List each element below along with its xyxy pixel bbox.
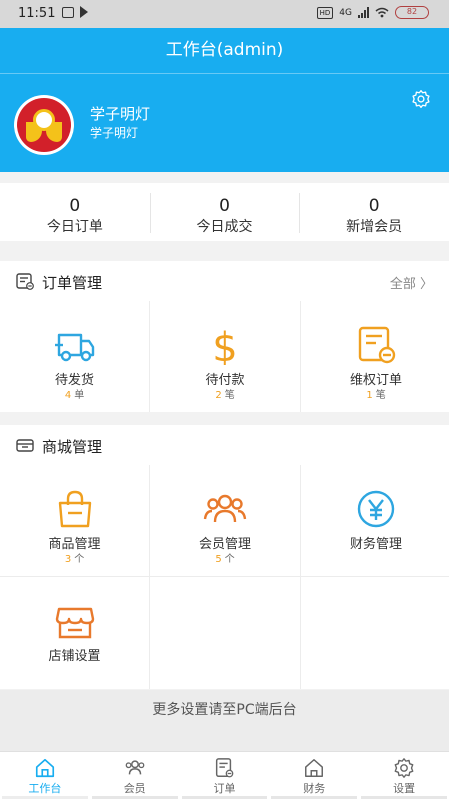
member-management-item[interactable]: 会员管理 5个 xyxy=(150,465,300,576)
stat-label: 今日成交 xyxy=(196,219,253,235)
shopping-bag-icon xyxy=(58,490,91,528)
status-time: 11:51 xyxy=(18,6,56,21)
mall-management-header: 商城管理 xyxy=(0,425,449,465)
play-icon xyxy=(80,6,88,18)
avatar[interactable] xyxy=(14,95,74,155)
profile-card: 学子明灯 学子明灯 xyxy=(0,73,449,172)
cell-label: 财务管理 xyxy=(349,537,402,552)
profile-name: 学子明灯 xyxy=(90,105,151,123)
pending-shipment-item[interactable]: 待发货 4单 xyxy=(0,301,149,412)
notification-icon xyxy=(62,7,74,18)
view-all-orders-link[interactable]: 全部 〉 xyxy=(390,273,433,292)
tab-bar: 工作台 会员 订单 财务 设置 xyxy=(0,751,449,799)
stat-label: 今日订单 xyxy=(46,219,103,235)
tab-label: 财务 xyxy=(303,782,326,795)
gear-icon[interactable] xyxy=(411,89,431,109)
mall-grid: 商品管理 3个 会员管理 5个 财务管理 店铺设置 xyxy=(0,465,449,689)
store-icon xyxy=(55,607,94,639)
stat-today-orders[interactable]: 0 今日订单 xyxy=(0,183,150,241)
order-grid: 待发货 4单 $ 待付款 2笔 维权订单 1笔 xyxy=(0,301,449,412)
section-title: 订单管理 xyxy=(42,274,103,292)
tab-settings[interactable]: 设置 xyxy=(359,752,449,799)
dollar-icon: $ xyxy=(212,325,237,365)
cell-count: 5个 xyxy=(215,554,235,565)
section-title: 商城管理 xyxy=(42,438,103,456)
members-icon xyxy=(125,760,145,775)
pc-backend-note: 更多设置请至PC端后台 xyxy=(0,690,449,751)
cell-label: 店铺设置 xyxy=(48,649,101,664)
cell-count: 1笔 xyxy=(366,390,386,401)
svg-text:$: $ xyxy=(212,325,237,365)
order-icon xyxy=(216,758,234,778)
tab-label: 设置 xyxy=(393,782,416,795)
finance-management-item[interactable]: 财务管理 xyxy=(301,465,449,576)
status-bar: 11:51 HD 4G 82 xyxy=(0,0,449,28)
tab-label: 会员 xyxy=(123,782,146,795)
stat-today-deals[interactable]: 0 今日成交 xyxy=(149,183,300,241)
product-management-item[interactable]: 商品管理 3个 xyxy=(0,465,149,576)
stat-label: 新增会员 xyxy=(346,219,403,235)
stats-row: 0 今日订单 0 今日成交 0 新增会员 xyxy=(0,183,449,241)
cell-count: 3个 xyxy=(64,554,85,565)
finance-icon xyxy=(305,759,324,777)
order-list-icon xyxy=(16,273,34,290)
wifi-icon xyxy=(375,7,389,18)
tab-orders[interactable]: 订单 xyxy=(180,752,270,799)
network-label: 4G xyxy=(339,7,352,18)
store-icon xyxy=(16,439,34,452)
refund-order-icon xyxy=(358,326,396,364)
store-settings-item[interactable]: 店铺设置 xyxy=(0,577,149,689)
battery-indicator: 82 xyxy=(395,6,429,19)
tab-label: 工作台 xyxy=(28,782,62,795)
members-icon xyxy=(203,494,247,523)
refund-orders-item[interactable]: 维权订单 1笔 xyxy=(301,301,449,412)
home-icon xyxy=(35,758,54,778)
yen-icon xyxy=(357,490,395,528)
gear-icon xyxy=(394,758,414,778)
stat-value: 0 xyxy=(219,196,230,216)
pending-payment-item[interactable]: $ 待付款 2笔 xyxy=(150,301,300,412)
stat-new-members[interactable]: 0 新增会员 xyxy=(299,183,449,241)
cell-count: 2笔 xyxy=(215,390,235,401)
cell-count: 4单 xyxy=(64,390,85,401)
profile-subtitle: 学子明灯 xyxy=(90,126,139,140)
tab-members[interactable]: 会员 xyxy=(90,752,180,799)
stat-value: 0 xyxy=(368,196,380,216)
tab-workbench[interactable]: 工作台 xyxy=(0,752,90,799)
tab-label: 订单 xyxy=(213,782,236,795)
tab-finance[interactable]: 财务 xyxy=(269,752,359,799)
truck-icon xyxy=(54,333,94,362)
signal-icon xyxy=(358,7,369,18)
hd-icon: HD xyxy=(316,6,334,19)
order-management-header: 订单管理 全部 〉 xyxy=(0,261,449,301)
stat-value: 0 xyxy=(69,196,81,216)
page-title: 工作台(admin) xyxy=(0,28,449,73)
